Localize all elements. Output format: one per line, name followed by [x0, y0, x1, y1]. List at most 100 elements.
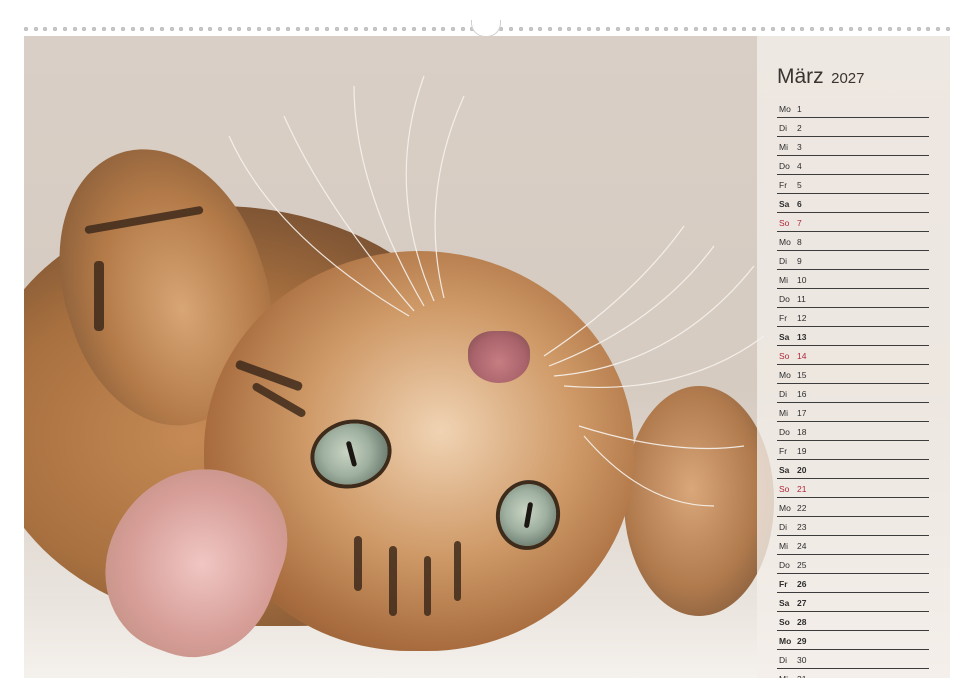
- binding-hole: [450, 27, 455, 31]
- binding-hole: [722, 27, 727, 31]
- day-number: 2: [797, 123, 802, 133]
- binding-hole: [858, 27, 863, 31]
- day-row: Mo 8: [777, 232, 929, 251]
- day-number: 7: [797, 218, 802, 228]
- binding-hole: [606, 27, 611, 31]
- weekday-label: Mi: [779, 142, 788, 152]
- weekday-label: Mi: [779, 408, 788, 418]
- binding-hole: [373, 27, 378, 31]
- weekday-label: Mi: [779, 275, 788, 285]
- weekday-label: Di: [779, 522, 788, 532]
- binding-hole: [877, 27, 882, 31]
- weekday-label: So: [779, 617, 790, 627]
- day-number: 6: [797, 199, 802, 209]
- day-row: Sa 27: [777, 593, 929, 612]
- binding-hole: [674, 27, 679, 31]
- day-row: Sa 13: [777, 327, 929, 346]
- day-row: Fr 12: [777, 308, 929, 327]
- binding-hole: [577, 27, 582, 31]
- binding-hole: [829, 27, 834, 31]
- binding-hole: [586, 27, 591, 31]
- binding-hole: [654, 27, 659, 31]
- binding-hole: [887, 27, 892, 31]
- binding-hole: [266, 27, 271, 31]
- binding-hole: [936, 27, 941, 31]
- binding-hole: [625, 27, 630, 31]
- day-row: So 7: [777, 213, 929, 232]
- binding-hole: [809, 27, 814, 31]
- day-row: Sa 20: [777, 460, 929, 479]
- weekday-label: So: [779, 484, 790, 494]
- kitten-photo: [24, 36, 950, 678]
- binding-hole: [664, 27, 669, 31]
- calendar-panel: März 2027 Mo 1 Di 2 Mi 3 Do 4 Fr 5 Sa 6 So 7 Mo 8 Di 9 Mi 1…: [757, 36, 950, 678]
- binding-hole: [906, 27, 911, 31]
- binding-hole: [43, 27, 48, 31]
- binding-hole: [596, 27, 601, 31]
- weekday-label: Fr: [779, 313, 788, 323]
- day-number: 28: [797, 617, 807, 627]
- weekday-label: Do: [779, 294, 790, 304]
- weekday-label: Mo: [779, 104, 791, 114]
- day-number: 18: [797, 427, 807, 437]
- binding-hole: [53, 27, 58, 31]
- weekday-label: Sa: [779, 332, 790, 342]
- binding-hole: [460, 27, 465, 31]
- weekday-label: So: [779, 351, 790, 361]
- binding-hole: [528, 27, 533, 31]
- binding-hole: [198, 27, 203, 31]
- day-number: 27: [797, 598, 807, 608]
- binding-hole: [363, 27, 368, 31]
- binding-hole: [392, 27, 397, 31]
- day-number: 12: [797, 313, 807, 323]
- day-number: 16: [797, 389, 807, 399]
- binding-hole: [169, 27, 174, 31]
- weekday-label: Sa: [779, 199, 790, 209]
- day-row: Di 2: [777, 118, 929, 137]
- day-row: Di 23: [777, 517, 929, 536]
- binding-hole: [402, 27, 407, 31]
- day-number: 3: [797, 142, 802, 152]
- weekday-label: Do: [779, 427, 790, 437]
- day-number: 20: [797, 465, 807, 475]
- binding-hole: [305, 27, 310, 31]
- day-row: Mi 3: [777, 137, 929, 156]
- binding-hole: [111, 27, 116, 31]
- weekday-label: Mi: [779, 541, 788, 551]
- day-number: 9: [797, 256, 802, 266]
- binding-hole: [324, 27, 329, 31]
- binding-hole: [24, 27, 28, 31]
- day-row: Fr 5: [777, 175, 929, 194]
- day-row: Mo 1: [777, 99, 929, 118]
- day-row: Do 25: [777, 555, 929, 574]
- binding-hole: [780, 27, 785, 31]
- binding-hole: [916, 27, 921, 31]
- binding-hole: [518, 27, 523, 31]
- binding-hole: [732, 27, 737, 31]
- weekday-label: Di: [779, 389, 788, 399]
- day-number: 23: [797, 522, 807, 532]
- day-row: Di 16: [777, 384, 929, 403]
- binding-hole: [62, 27, 67, 31]
- binding-hole: [334, 27, 339, 31]
- binding-hole: [101, 27, 106, 31]
- binding-hole: [82, 27, 87, 31]
- day-number: 17: [797, 408, 807, 418]
- day-number: 4: [797, 161, 802, 171]
- binding-hole: [538, 27, 543, 31]
- binding-hole: [567, 27, 572, 31]
- weekday-label: Do: [779, 560, 790, 570]
- binding-hole: [431, 27, 436, 31]
- binding-hole: [547, 27, 552, 31]
- weekday-label: Fr: [779, 579, 788, 589]
- binding-hole: [848, 27, 853, 31]
- day-number: 11: [797, 294, 806, 304]
- month-title: März 2027: [777, 65, 865, 89]
- weekday-label: Di: [779, 123, 788, 133]
- day-row: Mi 17: [777, 403, 929, 422]
- day-number: 10: [797, 275, 807, 285]
- day-number: 22: [797, 503, 807, 513]
- day-number: 8: [797, 237, 802, 247]
- binding-hole: [751, 27, 756, 31]
- binding-hole: [761, 27, 766, 31]
